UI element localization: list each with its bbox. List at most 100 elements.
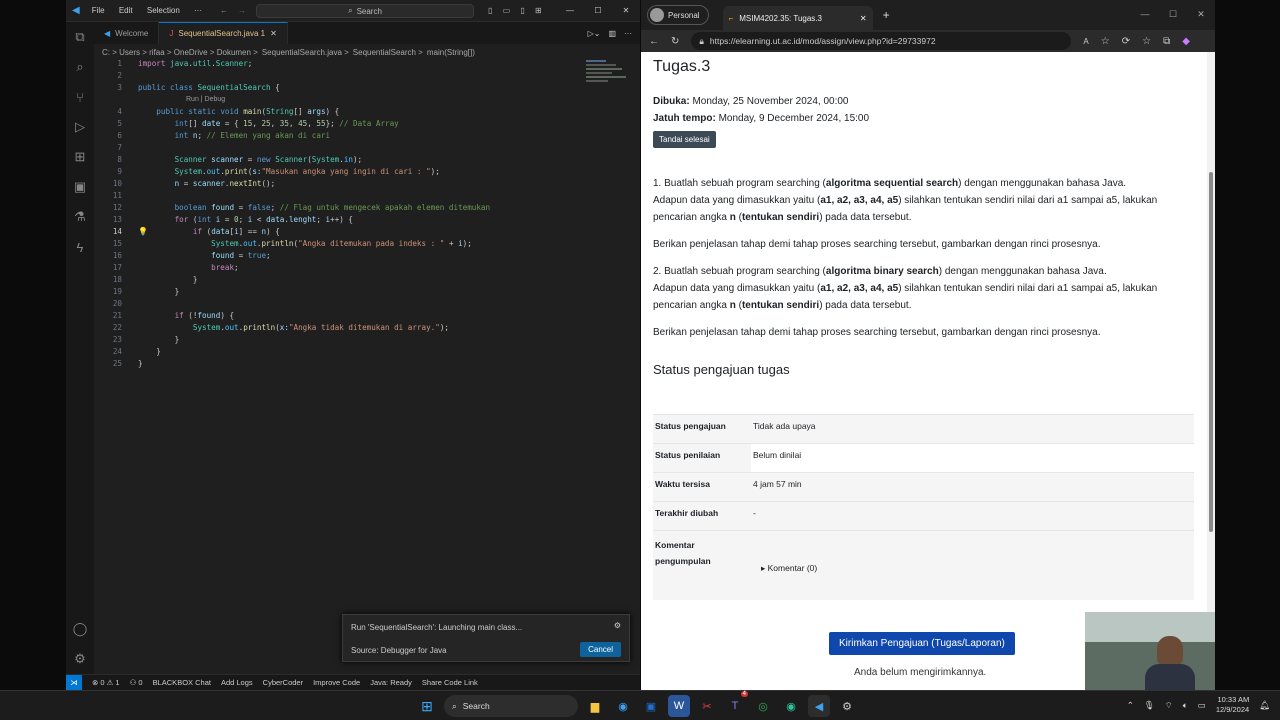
line-number: 19 <box>112 287 122 296</box>
word-icon[interactable]: W <box>668 695 690 717</box>
add-logs[interactable]: Add Logs <box>221 678 253 687</box>
line-number: 6 <box>117 131 122 140</box>
collections-icon[interactable]: ⧉ <box>1163 36 1170 47</box>
minimize-button[interactable]: — <box>556 0 584 22</box>
settings-icon[interactable]: ⚙ <box>836 695 858 717</box>
run-debug-icon[interactable]: ▷ <box>66 112 94 142</box>
copilot-icon[interactable]: ◆ <box>1182 36 1190 47</box>
wifi-icon[interactable]: ⌔ <box>1165 700 1173 711</box>
blackbox-chat[interactable]: BLACKBOX Chat <box>153 678 211 687</box>
cybercoder[interactable]: CyberCoder <box>263 678 303 687</box>
line-number: 18 <box>112 275 122 284</box>
line-number: 12 <box>112 203 122 212</box>
submit-button[interactable]: Kirimkan Pengajuan (Tugas/Laporan) <box>829 632 1015 655</box>
table-row: Status penilaian Belum dinilai <box>653 443 1194 472</box>
snipping-tool-icon[interactable]: ✂ <box>696 695 718 717</box>
back-arrow-icon[interactable]: ← <box>649 36 659 47</box>
settings-gear-icon[interactable]: ⚙ <box>614 621 621 630</box>
share-code-link[interactable]: Share Code Link <box>422 678 478 687</box>
vscode-window: ◀ File Edit Selection ··· ← → ⌕ Search ▯ … <box>66 0 640 690</box>
java-status[interactable]: Java: Ready <box>370 678 412 687</box>
favorite-star-icon[interactable]: ☆ <box>1101 36 1110 47</box>
account-icon[interactable]: ◯ <box>66 614 94 644</box>
file-explorer-icon[interactable]: ▆ <box>584 695 606 717</box>
new-tab-icon[interactable]: + <box>883 8 890 22</box>
menu-file[interactable]: File <box>92 6 105 15</box>
back-arrow-icon[interactable]: ← <box>220 6 228 15</box>
run-debug-codelens[interactable]: Run | Debug <box>186 96 225 103</box>
layout-icons[interactable]: ▯ ▭ ▯ ⊞ <box>488 6 546 15</box>
notification-badge: 4 <box>740 691 748 697</box>
lightbulb-icon[interactable]: 💡 <box>138 227 148 236</box>
table-row: Waktu tersisa 4 jam 57 min <box>653 472 1194 501</box>
read-aloud-icon[interactable]: A <box>1083 37 1088 46</box>
edge-dev-icon[interactable]: ◉ <box>780 695 802 717</box>
code-line: System.out.print(s:"Masukan angka yang i… <box>174 167 440 176</box>
code-line: boolean found = false; // Flag untuk men… <box>174 203 491 212</box>
settings-gear-icon[interactable]: ⚙ <box>66 644 94 674</box>
remote-explorer-icon[interactable]: ▣ <box>66 172 94 202</box>
windows-start-icon[interactable]: ⊞ <box>416 695 438 717</box>
testing-icon[interactable]: ⚗ <box>66 202 94 232</box>
more-actions-icon[interactable]: ··· <box>624 29 632 38</box>
close-tab-icon[interactable]: ✕ <box>270 29 277 38</box>
close-button[interactable]: ✕ <box>1187 0 1215 28</box>
close-button[interactable]: ✕ <box>612 0 640 22</box>
code-line: Scanner scanner = new Scanner(System.in)… <box>174 155 363 164</box>
tab-sequentialsearch[interactable]: J SequentialSearch.java 1 ✕ <box>159 22 288 44</box>
teams-icon[interactable]: T4 <box>724 691 748 717</box>
chrome-icon[interactable]: ◎ <box>752 695 774 717</box>
volume-icon[interactable]: 🔈︎ <box>1183 700 1188 711</box>
profile-button[interactable]: Personal <box>647 5 709 25</box>
problems-status[interactable]: ⊗ 0 ⚠ 1 <box>92 678 120 687</box>
cancel-button[interactable]: Cancel <box>580 642 621 657</box>
menu-selection[interactable]: Selection <box>147 6 180 15</box>
code-editor[interactable]: 1 2 3 4 5 6 7 8 9 10 11 12 13 14 15 16 1… <box>94 58 624 618</box>
chevron-up-icon[interactable]: ⌃ <box>1127 700 1134 711</box>
outlook-icon[interactable]: ▣ <box>640 695 662 717</box>
mark-done-button[interactable]: Tandai selesai <box>653 131 716 148</box>
task-1: 1. Buatlah sebuah program searching (alg… <box>653 178 1158 223</box>
taskbar-search[interactable]: ⌕ Search <box>444 695 578 717</box>
run-icon[interactable]: ▷⌄ <box>588 29 601 38</box>
line-number: 25 <box>112 359 122 368</box>
extensions-icon[interactable]: ⊞ <box>66 142 94 172</box>
maximize-button[interactable]: ☐ <box>584 0 612 22</box>
page-scrollbar[interactable] <box>1207 52 1215 690</box>
forward-arrow-icon[interactable]: → <box>238 6 246 15</box>
command-search[interactable]: ⌕ Search <box>256 4 474 18</box>
url-field[interactable]: 🔒︎ https://elearning.ut.ac.id/mod/assign/… <box>691 32 1072 50</box>
submission-status-table: Status pengajuan Tidak ada upaya Status p… <box>653 414 1194 600</box>
line-number: 13 <box>112 215 122 224</box>
favorites-icon[interactable]: ☆ <box>1142 36 1151 47</box>
system-tray: ⌃ 🎙︎ ⌔ 🔈︎ ▭ 10:33 AM 12/9/2024 🔔︎ <box>1127 695 1270 715</box>
ports-status[interactable]: ⚇ 0 <box>130 678 143 687</box>
extensions-icon[interactable]: ⟳ <box>1122 36 1130 47</box>
remote-icon[interactable]: ⋊ <box>66 674 82 690</box>
battery-icon[interactable]: ▭ <box>1198 700 1206 711</box>
line-number: 21 <box>112 311 122 320</box>
taskbar: ⊞ ⌕ Search ▆ ◉ ▣ W ✂ T4 ◎ ◉ ◀ ⚙ ⌃ 🎙︎ ⌔ 🔈︎… <box>0 690 1280 720</box>
improve-code[interactable]: Improve Code <box>313 678 360 687</box>
search-icon[interactable]: ⌕ <box>66 52 94 82</box>
maximize-button[interactable]: ☐ <box>1159 0 1187 28</box>
menu-more[interactable]: ··· <box>194 6 202 15</box>
clock[interactable]: 10:33 AM 12/9/2024 <box>1216 695 1249 715</box>
split-editor-icon[interactable]: ▥ <box>608 29 616 38</box>
browser-tab[interactable]: ⌐ MSIM4202.35: Tugas.3 ✕ <box>722 6 873 30</box>
minimap[interactable] <box>586 58 636 98</box>
refresh-icon[interactable]: ↻ <box>671 36 679 47</box>
bolt-icon[interactable]: ϟ <box>66 232 94 262</box>
vscode-taskbar-icon[interactable]: ◀ <box>808 695 830 717</box>
microphone-icon[interactable]: 🎙︎ <box>1144 700 1155 711</box>
tab-welcome[interactable]: ◀ Welcome <box>94 22 160 44</box>
notification-bell-icon[interactable]: 🔔︎ <box>1259 700 1270 711</box>
minimize-button[interactable]: — <box>1131 0 1159 28</box>
explorer-icon[interactable]: ⧉ <box>66 22 94 52</box>
edge-icon[interactable]: ◉ <box>612 695 634 717</box>
menu-edit[interactable]: Edit <box>119 6 133 15</box>
line-number: 24 <box>112 347 122 356</box>
close-tab-icon[interactable]: ✕ <box>860 14 867 23</box>
source-control-icon[interactable]: ⑂ <box>66 82 94 112</box>
comments-toggle[interactable]: ▸ Komentar (0) <box>761 563 817 574</box>
